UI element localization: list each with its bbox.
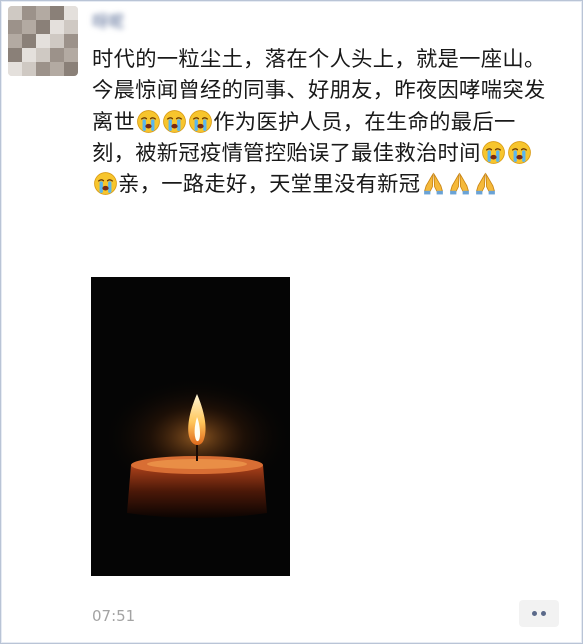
more-dots-icon [541,611,546,616]
post-text: 时代的一粒尘土，落在个人头上，就是一座山。今晨惊闻曾经的同事、好朋友，昨夜因哮喘… [92,44,558,200]
more-dots-icon [532,611,537,616]
praying-hands-icon [472,172,498,197]
author-name[interactable]: 呀呢 [92,8,152,31]
more-options-button[interactable] [519,600,559,627]
crying-face-icon [92,172,118,197]
praying-hands-icon [420,172,446,197]
crying-face-icon [481,141,507,166]
avatar[interactable] [8,6,78,76]
crying-face-icon [507,141,533,166]
crying-face-icon [135,109,161,135]
post-image[interactable] [91,277,290,576]
praying-hands-icon [446,172,472,197]
crying-face-icon [161,109,187,135]
crying-face-icon [187,109,213,135]
candle-flame-image [102,377,290,518]
post-text-segment: 亲，一路走好，天堂里没有新冠 [118,172,421,198]
post-timestamp: 07:51 [92,607,136,625]
